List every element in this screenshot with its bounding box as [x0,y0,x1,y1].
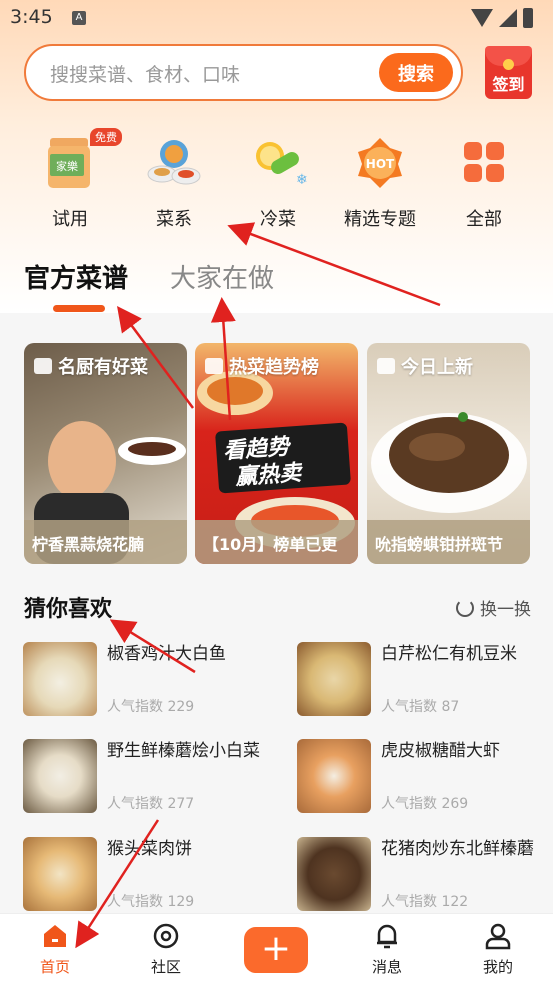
recipe-name: 椒香鸡汁大白鱼 [107,644,226,664]
category-all[interactable]: 全部 [434,132,534,231]
search-button[interactable]: 搜索 [379,53,453,92]
checkin-label: 签到 [492,75,525,94]
search-placeholder: 搜搜菜谱、食材、口味 [50,64,241,86]
category-label: 精选专题 [344,209,416,230]
refresh-icon [456,598,474,617]
section-title-guess: 猜你喜欢 [24,597,113,622]
recipe-item[interactable]: 花猪肉炒东北鲜榛蘑 人气指数 122 [297,837,547,917]
feature-card-new[interactable]: 今日上新 吮指螃蜞钳拼斑节 [367,343,530,564]
recipe-popularity: 人气指数 122 [381,894,469,910]
notification-icon: A [72,11,86,25]
nav-community[interactable]: 社区 [131,922,201,977]
recipe-image [23,739,97,813]
trial-box-text: 家樂 [56,159,78,173]
recipe-item[interactable]: 虎皮椒糖醋大虾 人气指数 269 [297,739,547,819]
category-featured[interactable]: HOT 精选专题 [330,132,430,231]
recipe-popularity: 人气指数 229 [107,699,195,715]
category-label: 冷菜 [260,209,296,230]
signal-icon [499,9,517,27]
recipe-name: 白芹松仁有机豆米 [381,644,517,664]
category-cuisine[interactable]: 菜系 [124,132,224,231]
refresh-button[interactable]: 换一换 [456,595,531,620]
recipe-name: 花猪肉炒东北鲜榛蘑 [381,839,534,859]
category-label: 试用 [52,209,88,230]
recipe-image [297,837,371,911]
nav-messages-label: 消息 [371,958,402,976]
category-label: 菜系 [156,209,192,230]
recipe-image [23,837,97,911]
recipe-image [297,739,371,813]
card-footer: 【10月】榜单已更 [195,520,358,564]
profile-icon [484,922,512,950]
trial-box-icon: 家樂 免费 [40,128,122,192]
tab-official-recipes[interactable]: 官方菜谱 [24,258,128,295]
recipe-item[interactable]: 白芹松仁有机豆米 人气指数 87 [297,642,547,722]
recipe-popularity: 人气指数 87 [381,699,460,715]
recipe-image [297,642,371,716]
status-bar: 3:45 A [0,0,553,36]
feature-card-trending[interactable]: 看趋势 赢热卖 热菜趋势榜 【10月】榜单已更 [195,343,358,564]
chef-hat-icon [34,358,52,374]
recipe-popularity: 人气指数 277 [107,796,195,812]
category-label: 全部 [466,209,502,230]
hot-topic-icon: HOT [350,132,410,192]
recipe-name: 野生鲜榛蘑烩小白菜 [107,741,260,761]
free-badge: 免费 [90,128,122,146]
cold-dish-icon: ❄ [248,132,308,192]
card-title: 名厨有好菜 [58,357,148,378]
refresh-label: 换一换 [480,600,531,620]
recipe-item[interactable]: 椒香鸡汁大白鱼 人气指数 229 [23,642,273,722]
status-time: 3:45 [10,6,53,28]
cuisine-plates-icon [144,132,204,192]
recipe-image [23,642,97,716]
recipe-name: 虎皮椒糖醋大虾 [381,741,500,761]
recipe-popularity: 人气指数 269 [381,796,469,812]
nav-mine[interactable]: 我的 [463,922,533,977]
card-title: 热菜趋势榜 [229,357,319,378]
battery-icon [523,8,533,28]
recipe-item[interactable]: 猴头菜肉饼 人气指数 129 [23,837,273,917]
add-recipe-button[interactable]: + [244,927,308,973]
feature-card-chef[interactable]: 名厨有好菜 柠香黑蒜烧花腩 [24,343,187,564]
active-tab-indicator [53,305,105,312]
tab-everyone-cooking[interactable]: 大家在做 [170,258,274,295]
svg-text:❄: ❄ [296,172,308,188]
wifi-icon [471,9,493,27]
recipe-item[interactable]: 野生鲜榛蘑烩小白菜 人气指数 277 [23,739,273,819]
nav-home[interactable]: 首页 [20,922,90,977]
community-icon [152,922,180,950]
grid-all-icon [454,132,514,192]
search-input[interactable]: 搜搜菜谱、食材、口味 搜索 [24,44,463,101]
fire-icon [205,358,223,374]
banner-line-2: 赢热卖 [234,460,302,491]
nav-community-label: 社区 [150,958,181,976]
nav-messages[interactable]: 消息 [352,922,422,977]
category-cold-dish[interactable]: ❄ 冷菜 [228,132,328,231]
calendar-icon [377,358,395,374]
nav-mine-label: 我的 [482,958,513,976]
home-icon [41,922,69,950]
card-footer: 吮指螃蜞钳拼斑节 [367,520,530,564]
nav-home-label: 首页 [39,958,70,976]
recipe-name: 猴头菜肉饼 [107,839,192,859]
checkin-button[interactable]: 签到 [485,46,532,99]
bottom-nav: 首页 社区 + 消息 我的 [0,913,553,983]
category-trial[interactable]: 家樂 免费 试用 [20,128,122,231]
card-footer: 柠香黑蒜烧花腩 [24,520,187,564]
hot-badge-text: HOT [366,157,395,171]
recipe-popularity: 人气指数 129 [107,894,195,910]
card-title: 今日上新 [401,357,473,378]
bell-icon [373,922,401,950]
